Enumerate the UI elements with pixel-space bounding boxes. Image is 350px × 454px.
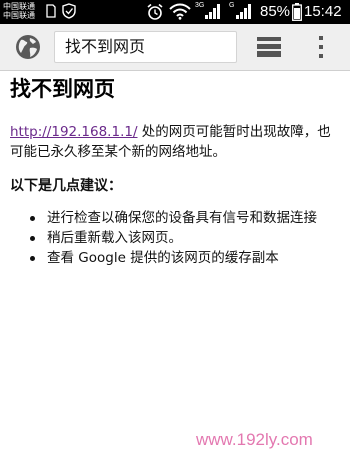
tabs-icon[interactable] bbox=[257, 37, 281, 57]
suggestions-list: 进行检查以确保您的设备具有信号和数据连接 稍后重新载入该网页。 查看 Googl… bbox=[27, 208, 347, 268]
alarm-icon bbox=[147, 3, 163, 20]
battery-percent: 85% bbox=[260, 3, 291, 20]
network-type-label-1: 3G bbox=[195, 2, 205, 9]
signal-icon-2 bbox=[236, 4, 251, 19]
status-bar: 中国联通 中国联通 3G G 85% 15:42 bbox=[0, 0, 350, 24]
error-message: http://192.168.1.1/ 处的网页可能暂时出现故障，也可能已永久移… bbox=[10, 122, 340, 162]
address-bar[interactable]: 找不到网页 bbox=[54, 31, 237, 63]
carrier-label-2: 中国联通 bbox=[3, 11, 35, 20]
carrier-label-1: 中国联通 bbox=[3, 2, 35, 11]
suggestion-item: 稍后重新载入该网页。 bbox=[27, 228, 347, 248]
suggestions-heading: 以下是几点建议： bbox=[10, 178, 122, 194]
globe-icon[interactable] bbox=[15, 34, 41, 60]
carrier-labels: 中国联通 中国联通 bbox=[3, 2, 35, 20]
suggestion-item: 进行检查以确保您的设备具有信号和数据连接 bbox=[27, 208, 347, 228]
sim-icon bbox=[46, 4, 56, 18]
shield-icon bbox=[62, 3, 76, 19]
wifi-icon bbox=[169, 3, 191, 20]
signal-icon bbox=[205, 4, 220, 19]
network-type-label-2: G bbox=[229, 2, 235, 9]
page-title: 找不到网页 bbox=[10, 77, 115, 101]
browser-toolbar: 找不到网页 bbox=[0, 24, 350, 71]
overflow-menu-icon[interactable] bbox=[313, 35, 329, 59]
watermark: www.192ly.com bbox=[196, 430, 313, 449]
failed-url-link[interactable]: http://192.168.1.1/ bbox=[10, 124, 138, 140]
suggestion-item: 查看 Google 提供的该网页的缓存副本 bbox=[27, 248, 347, 268]
battery-icon bbox=[292, 3, 302, 21]
clock: 15:42 bbox=[304, 3, 342, 20]
